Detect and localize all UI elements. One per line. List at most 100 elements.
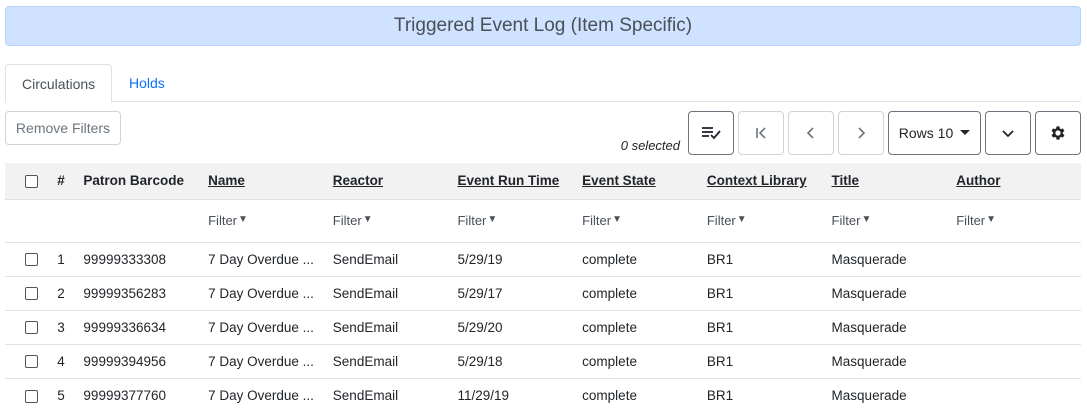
gear-icon (1051, 126, 1065, 140)
table-header-row: # Patron Barcode Name Reactor Event Run … (5, 163, 1081, 199)
cell-author (956, 310, 1081, 344)
sort-name-link[interactable]: Name (208, 173, 245, 188)
filter-label: Filter (208, 213, 237, 228)
cell-event-state: complete (582, 285, 637, 301)
sort-event-run-time-link[interactable]: Event Run Time (457, 173, 559, 188)
cell-patron-barcode: 99999356283 (83, 285, 167, 301)
col-header-reactor[interactable]: Reactor (333, 163, 458, 199)
table-row[interactable]: 3 99999336634 7 Day Overdue ... SendEmai… (5, 310, 1081, 344)
cell-patron-barcode: 99999377760 (83, 387, 167, 403)
col-header-title[interactable]: Title (832, 163, 957, 199)
tab-holds[interactable]: Holds (113, 64, 181, 102)
page-title: Triggered Event Log (Item Specific) (393, 15, 693, 36)
filter-icon: ▼ (362, 214, 373, 225)
cell-title: Masquerade (831, 251, 907, 267)
cell-reactor: SendEmail (332, 387, 399, 403)
cell-context-library: BR1 (706, 387, 734, 403)
cell-event-state: complete (582, 387, 637, 403)
select-all-rows-checkbox[interactable] (25, 175, 38, 189)
settings-button[interactable] (1035, 111, 1081, 155)
col-header-event-state[interactable]: Event State (582, 163, 707, 199)
cell-author (956, 378, 1081, 412)
filter-icon: ▼ (612, 214, 622, 225)
first-page-button[interactable] (738, 111, 784, 155)
row-checkbox[interactable] (25, 389, 38, 403)
cell-author (956, 276, 1081, 310)
select-all-button[interactable] (688, 111, 734, 155)
cell-title: Masquerade (831, 387, 907, 403)
page-title-banner: Triggered Event Log (Item Specific) (5, 6, 1081, 46)
row-number: 4 (57, 353, 65, 369)
cell-event-run-time: 5/29/17 (457, 285, 503, 301)
prev-page-button[interactable] (788, 111, 834, 155)
col-header-author[interactable]: Author (956, 163, 1081, 199)
expand-button[interactable] (985, 111, 1031, 155)
sort-reactor-link[interactable]: Reactor (333, 173, 383, 188)
cell-reactor: SendEmail (332, 285, 399, 301)
table-row[interactable]: 5 99999377760 7 Day Overdue ... SendEmai… (5, 378, 1081, 412)
col-header-number: # (57, 173, 65, 189)
sort-event-state-link[interactable]: Event State (582, 173, 656, 188)
cell-event-run-time: 5/29/18 (457, 353, 503, 369)
cell-name: 7 Day Overdue ... (208, 353, 314, 369)
remove-filters-button[interactable]: Remove Filters (5, 111, 121, 145)
cell-event-state: complete (582, 319, 637, 335)
cell-title: Masquerade (831, 285, 907, 301)
cell-event-state: complete (582, 251, 637, 267)
cell-patron-barcode: 99999394956 (83, 353, 167, 369)
select-all-rows-checkbox-cell[interactable] (5, 163, 48, 199)
row-number: 2 (57, 285, 65, 301)
cell-author (956, 344, 1081, 378)
col-header-name[interactable]: Name (208, 163, 333, 199)
rows-per-page-label: Rows 10 (898, 125, 954, 141)
filter-label: Filter (582, 213, 612, 228)
filter-label: Filter (831, 213, 861, 228)
filter-author-button[interactable]: Filter▼ (956, 213, 996, 228)
table-filter-row: Filter▼ Filter▼ Filter▼ Filter▼ Filter▼ … (5, 199, 1081, 242)
cell-reactor: SendEmail (332, 319, 399, 335)
prev-page-icon (806, 127, 814, 139)
cell-event-run-time: 11/29/19 (457, 387, 510, 403)
filter-icon: ▼ (736, 214, 747, 225)
sort-title-link[interactable]: Title (832, 173, 860, 188)
table-row[interactable]: 2 99999356283 7 Day Overdue ... SendEmai… (5, 276, 1081, 310)
cell-context-library: BR1 (706, 251, 734, 267)
filter-reactor-button[interactable]: Filter▼ (333, 213, 373, 228)
cell-name: 7 Day Overdue ... (208, 387, 314, 403)
table-row[interactable]: 4 99999394956 7 Day Overdue ... SendEmai… (5, 344, 1081, 378)
chevron-down-icon (1002, 130, 1014, 138)
filter-label: Filter (332, 213, 362, 228)
filter-event-state-button[interactable]: Filter▼ (582, 213, 622, 228)
sort-context-library-link[interactable]: Context Library (707, 173, 807, 188)
tab-circulations[interactable]: Circulations (5, 64, 113, 103)
cell-context-library: BR1 (706, 353, 734, 369)
filter-context-library-button[interactable]: Filter▼ (707, 213, 747, 228)
cell-name: 7 Day Overdue ... (208, 285, 314, 301)
next-page-button[interactable] (838, 111, 884, 155)
table-row[interactable]: 1 99999333308 7 Day Overdue ... SendEmai… (5, 242, 1081, 276)
row-checkbox[interactable] (25, 321, 38, 335)
cell-title: Masquerade (831, 353, 907, 369)
first-page-icon (756, 127, 766, 139)
col-header-context-library[interactable]: Context Library (707, 163, 832, 199)
rows-per-page-dropdown[interactable]: Rows 10 (888, 111, 981, 155)
caret-down-icon (960, 130, 971, 135)
cell-event-run-time: 5/29/20 (457, 319, 503, 335)
col-header-patron-barcode: Patron Barcode (83, 173, 184, 189)
cell-author (956, 242, 1081, 276)
cell-patron-barcode: 99999333308 (83, 251, 167, 267)
col-header-event-run-time[interactable]: Event Run Time (457, 163, 582, 199)
row-checkbox[interactable] (25, 355, 38, 369)
filter-icon: ▼ (487, 214, 498, 225)
row-number: 5 (57, 387, 65, 403)
sort-author-link[interactable]: Author (956, 173, 1000, 188)
select-all-icon (702, 127, 721, 140)
cell-name: 7 Day Overdue ... (208, 251, 314, 267)
filter-name-button[interactable]: Filter▼ (208, 213, 248, 228)
row-checkbox[interactable] (25, 253, 38, 267)
filter-event-run-time-button[interactable]: Filter▼ (457, 213, 497, 228)
filter-icon: ▼ (986, 214, 997, 225)
row-checkbox[interactable] (25, 287, 38, 301)
filter-title-button[interactable]: Filter▼ (832, 213, 872, 228)
filter-icon: ▼ (861, 214, 872, 225)
